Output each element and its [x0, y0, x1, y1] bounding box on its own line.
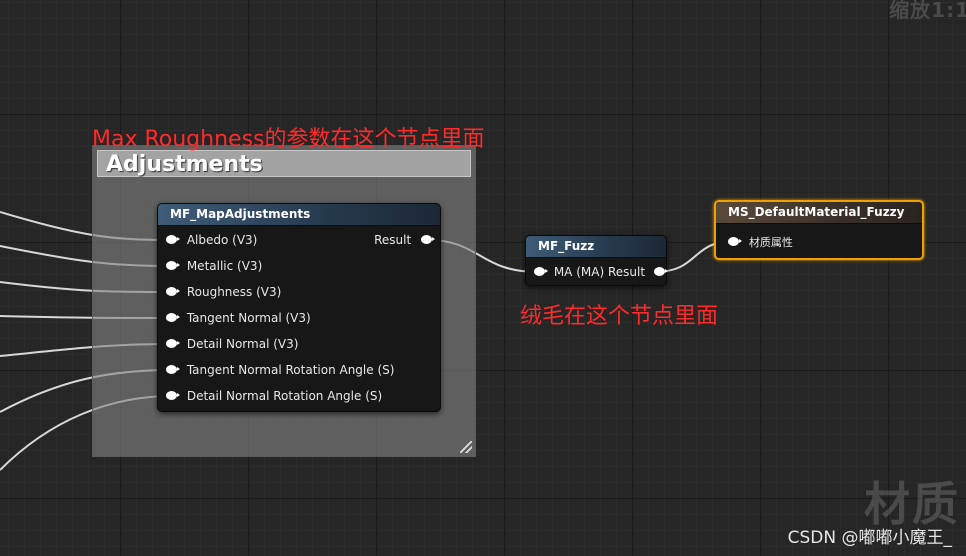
- annotation-max-roughness: Max Roughness的参数在这个节点里面: [92, 127, 485, 152]
- input-pin-icon[interactable]: [166, 365, 180, 374]
- input-pin-icon[interactable]: [166, 287, 180, 296]
- watermark-csdn: CSDN @嘟嘟小魔王_: [787, 528, 952, 548]
- pin-label: Roughness (V3): [186, 285, 282, 299]
- zoom-level-label: 缩放1:1: [889, 0, 966, 22]
- pin-result-output[interactable]: Result: [374, 231, 435, 249]
- pin-roughness[interactable]: Roughness (V3): [166, 283, 281, 301]
- input-pin-icon[interactable]: [166, 391, 180, 400]
- node-title: MS_DefaultMaterial_Fuzzy: [716, 202, 922, 224]
- output-pin-icon[interactable]: [653, 267, 668, 276]
- input-pin-icon[interactable]: [166, 235, 180, 244]
- resize-grip-icon[interactable]: [460, 441, 472, 453]
- pin-label: Tangent Normal Rotation Angle (S): [186, 363, 395, 377]
- pin-metallic[interactable]: Metallic (V3): [166, 257, 262, 275]
- pin-label: Metallic (V3): [186, 259, 263, 273]
- pin-label: Detail Normal Rotation Angle (S): [186, 389, 383, 403]
- node-default-material-fuzzy[interactable]: MS_DefaultMaterial_Fuzzy 材质属性: [714, 200, 924, 260]
- annotation-fuzz: 绒毛在这个节点里面: [520, 304, 719, 329]
- output-pin-icon[interactable]: [421, 235, 435, 244]
- pin-detail-rotation[interactable]: Detail Normal Rotation Angle (S): [166, 387, 382, 405]
- pin-tangent-rotation[interactable]: Tangent Normal Rotation Angle (S): [166, 361, 394, 379]
- node-fuzz[interactable]: MF_Fuzz MA (MA) Result: [525, 235, 668, 286]
- input-pin-icon[interactable]: [728, 237, 742, 246]
- pin-label: MA (MA) Result: [553, 265, 646, 279]
- pin-albedo[interactable]: Albedo (V3): [166, 231, 257, 249]
- pin-label: Tangent Normal (V3): [186, 311, 311, 325]
- input-pin-icon[interactable]: [166, 339, 180, 348]
- node-map-adjustments[interactable]: MF_MapAdjustments Albedo (V3) Metallic (…: [157, 203, 441, 412]
- input-pin-icon[interactable]: [166, 261, 180, 270]
- pin-detail-normal[interactable]: Detail Normal (V3): [166, 335, 298, 353]
- node-title: MF_Fuzz: [526, 236, 666, 258]
- comment-title[interactable]: Adjustments: [97, 150, 471, 177]
- pin-ma-result[interactable]: MA (MA) Result: [534, 263, 668, 281]
- node-title: MF_MapAdjustments: [158, 204, 440, 226]
- input-pin-icon[interactable]: [534, 267, 548, 276]
- pin-label: Detail Normal (V3): [186, 337, 299, 351]
- pin-label: Result: [374, 233, 412, 247]
- pin-label: Albedo (V3): [186, 233, 258, 247]
- input-pin-icon[interactable]: [166, 313, 180, 322]
- pin-material-attributes[interactable]: 材质属性: [728, 233, 793, 251]
- pin-label: 材质属性: [748, 236, 793, 249]
- pin-tangent-normal[interactable]: Tangent Normal (V3): [166, 309, 311, 327]
